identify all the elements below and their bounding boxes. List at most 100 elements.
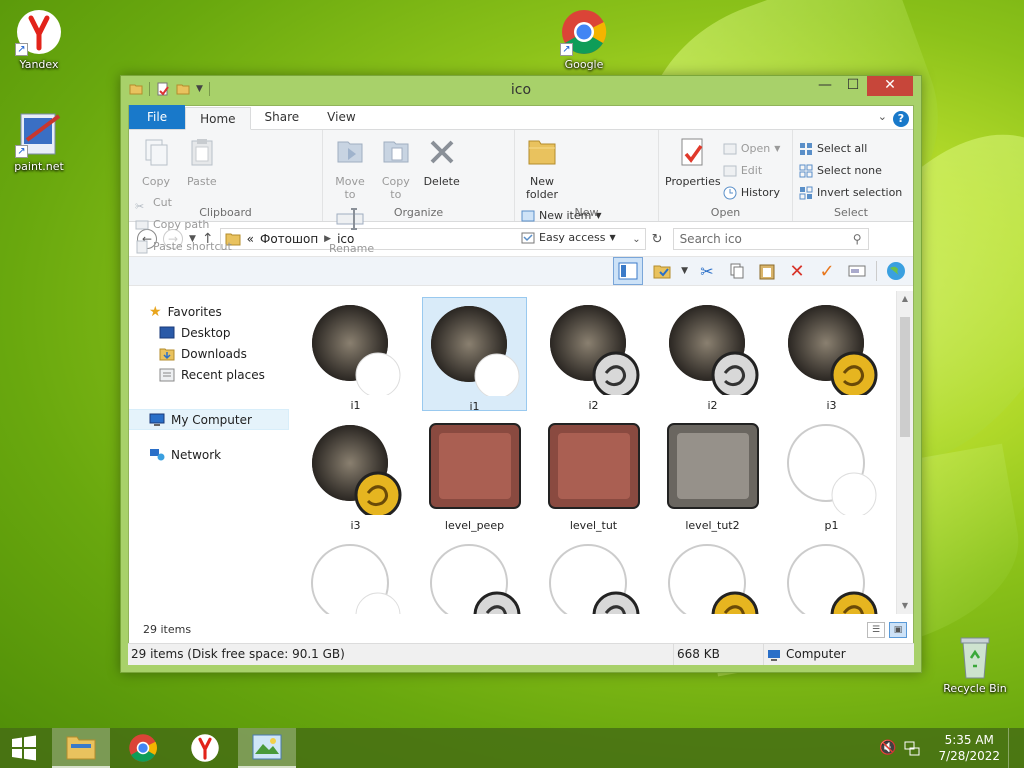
paste-shortcut-button[interactable]: Paste shortcut	[135, 236, 232, 258]
file-item[interactable]: i3	[779, 297, 884, 412]
scrollbar-thumb[interactable]	[900, 317, 910, 437]
minimize-button[interactable]: —	[811, 76, 839, 96]
desktop-icon-google[interactable]: ↗ Google	[547, 8, 621, 71]
volume-muted-icon[interactable]: 🔇	[879, 740, 896, 756]
delete-tool-button[interactable]: ✕	[786, 260, 808, 282]
copy-tool-button[interactable]	[726, 260, 748, 282]
delete-icon: ✕	[789, 260, 805, 282]
nav-downloads[interactable]: Downloads	[129, 343, 289, 364]
taskbar-yandex[interactable]	[176, 728, 234, 768]
invert-selection-label: Invert selection	[817, 186, 903, 199]
nav-recent-places[interactable]: Recent places	[129, 364, 289, 385]
cut-tool-button[interactable]: ✂	[696, 260, 718, 282]
delete-button[interactable]: Delete	[421, 136, 463, 188]
file-item[interactable]	[303, 537, 408, 614]
file-item[interactable]: i1	[422, 297, 527, 413]
nav-favorites[interactable]: ★ Favorites	[129, 301, 289, 322]
tab-share[interactable]: Share	[251, 106, 314, 129]
file-item[interactable]	[541, 537, 646, 614]
search-icon[interactable]: ⚲	[853, 232, 862, 246]
nav-network[interactable]: Network	[129, 444, 289, 465]
paste-tool-button[interactable]	[756, 260, 778, 282]
desktop-icon-yandex[interactable]: ↗ Yandex	[2, 8, 76, 71]
rename-tool-button[interactable]	[846, 260, 868, 282]
network-globe-button[interactable]	[885, 260, 907, 282]
title-bar[interactable]: ▼ ico — ☐ ✕	[121, 76, 921, 104]
file-item[interactable]: level_peep	[422, 417, 527, 532]
easy-access-button[interactable]: Easy access ▼	[521, 227, 616, 249]
nav-desktop[interactable]: Desktop	[129, 322, 289, 343]
new-folder-button[interactable]: New folder	[521, 136, 563, 201]
network-status-icon[interactable]	[904, 740, 920, 756]
properties-button[interactable]: Properties	[665, 136, 721, 188]
folder-check-button[interactable]	[651, 260, 673, 282]
tab-file[interactable]: File	[129, 105, 186, 129]
show-desktop-button[interactable]	[1008, 728, 1014, 768]
copy-path-icon	[135, 220, 149, 230]
clipboard-small-buttons: ✂ Cut Copy path Paste shortcut	[135, 192, 232, 258]
invert-selection-button[interactable]: Invert selection	[799, 182, 902, 204]
file-item[interactable]	[779, 537, 884, 614]
open-button[interactable]: Open ▼	[723, 138, 780, 160]
file-thumbnail	[548, 303, 640, 399]
copy-button[interactable]: Copy	[135, 136, 177, 188]
ribbon-group-organize: Move to Copy to Delete Rename Organize	[323, 130, 515, 255]
status-bar: 29 items (Disk free space: 90.1 GB) 668 …	[128, 643, 914, 665]
select-all-button[interactable]: Select all	[799, 138, 902, 160]
file-item[interactable]: level_tut2	[660, 417, 765, 532]
vertical-scrollbar[interactable]: ▲ ▼	[896, 291, 913, 614]
maximize-button[interactable]: ☐	[839, 76, 867, 96]
desktop-icon-recycle-bin[interactable]: Recycle Bin	[938, 632, 1012, 695]
new-folder-label: New folder	[526, 175, 558, 201]
copy-to-button[interactable]: Copy to	[375, 136, 417, 201]
ribbon-group-clipboard: Copy Paste ✂ Cut Copy path Paste shortcut…	[129, 130, 323, 254]
file-item[interactable]: i2	[660, 297, 765, 412]
scroll-down-icon[interactable]: ▼	[897, 598, 913, 614]
edit-button[interactable]: Edit	[723, 160, 781, 182]
move-to-button[interactable]: Move to	[329, 136, 371, 201]
taskbar-photos[interactable]	[238, 728, 296, 768]
tab-home[interactable]: Home	[185, 107, 251, 130]
scroll-up-icon[interactable]: ▲	[897, 291, 913, 307]
file-name: level_peep	[444, 519, 505, 532]
history-label: History	[740, 186, 780, 199]
paintnet-icon: ↗	[15, 110, 63, 158]
address-dropdown-icon[interactable]: ⌄	[632, 234, 640, 245]
close-button[interactable]: ✕	[867, 76, 913, 96]
help-button[interactable]: ?	[893, 111, 909, 127]
toolbar-dropdown-icon[interactable]: ▼	[681, 266, 688, 276]
file-item[interactable]: level_tut	[541, 417, 646, 532]
file-thumbnail	[667, 543, 759, 614]
tab-view[interactable]: View	[313, 106, 369, 129]
nav-desktop-label: Desktop	[181, 325, 231, 340]
properties-tool-button[interactable]: ✓	[816, 260, 838, 282]
file-thumbnail	[310, 303, 402, 398]
file-item[interactable]	[660, 537, 765, 614]
paste-button[interactable]: Paste	[181, 136, 223, 188]
search-box[interactable]: Search ico ⚲	[672, 228, 869, 250]
file-item[interactable]	[422, 537, 527, 614]
start-button[interactable]	[0, 728, 48, 768]
ribbon-collapse-icon[interactable]: ⌄	[878, 110, 887, 123]
details-view-button[interactable]: ☰	[867, 622, 885, 638]
breadcrumb-item[interactable]: Фотошоп	[260, 232, 318, 246]
preview-pane-button[interactable]	[613, 257, 644, 285]
history-button[interactable]: History	[723, 182, 781, 204]
file-item[interactable]: i1	[303, 297, 408, 412]
select-none-button[interactable]: Select none	[799, 160, 902, 182]
file-item[interactable]: i2	[541, 297, 646, 412]
refresh-icon[interactable]: ↻	[652, 232, 663, 247]
desktop-icon-paintnet[interactable]: ↗ paint.net	[2, 110, 76, 173]
yandex-icon	[191, 734, 219, 762]
taskbar-file-explorer[interactable]	[52, 728, 110, 768]
large-icons-view-button[interactable]: ▣	[889, 622, 907, 638]
taskbar-chrome[interactable]	[114, 728, 172, 768]
file-item[interactable]: p1	[779, 417, 884, 532]
photos-icon	[252, 734, 282, 760]
file-grid: i1 i1 i2 i2 i3 i3 level_peep level_tut level_tut…	[303, 297, 898, 614]
clock[interactable]: 5:35 AM 7/28/2022	[938, 732, 1000, 764]
paste-label: Paste	[186, 175, 217, 188]
breadcrumb-overflow[interactable]: «	[247, 232, 254, 246]
nav-my-computer[interactable]: My Computer	[129, 409, 289, 430]
file-item[interactable]: i3	[303, 417, 408, 532]
